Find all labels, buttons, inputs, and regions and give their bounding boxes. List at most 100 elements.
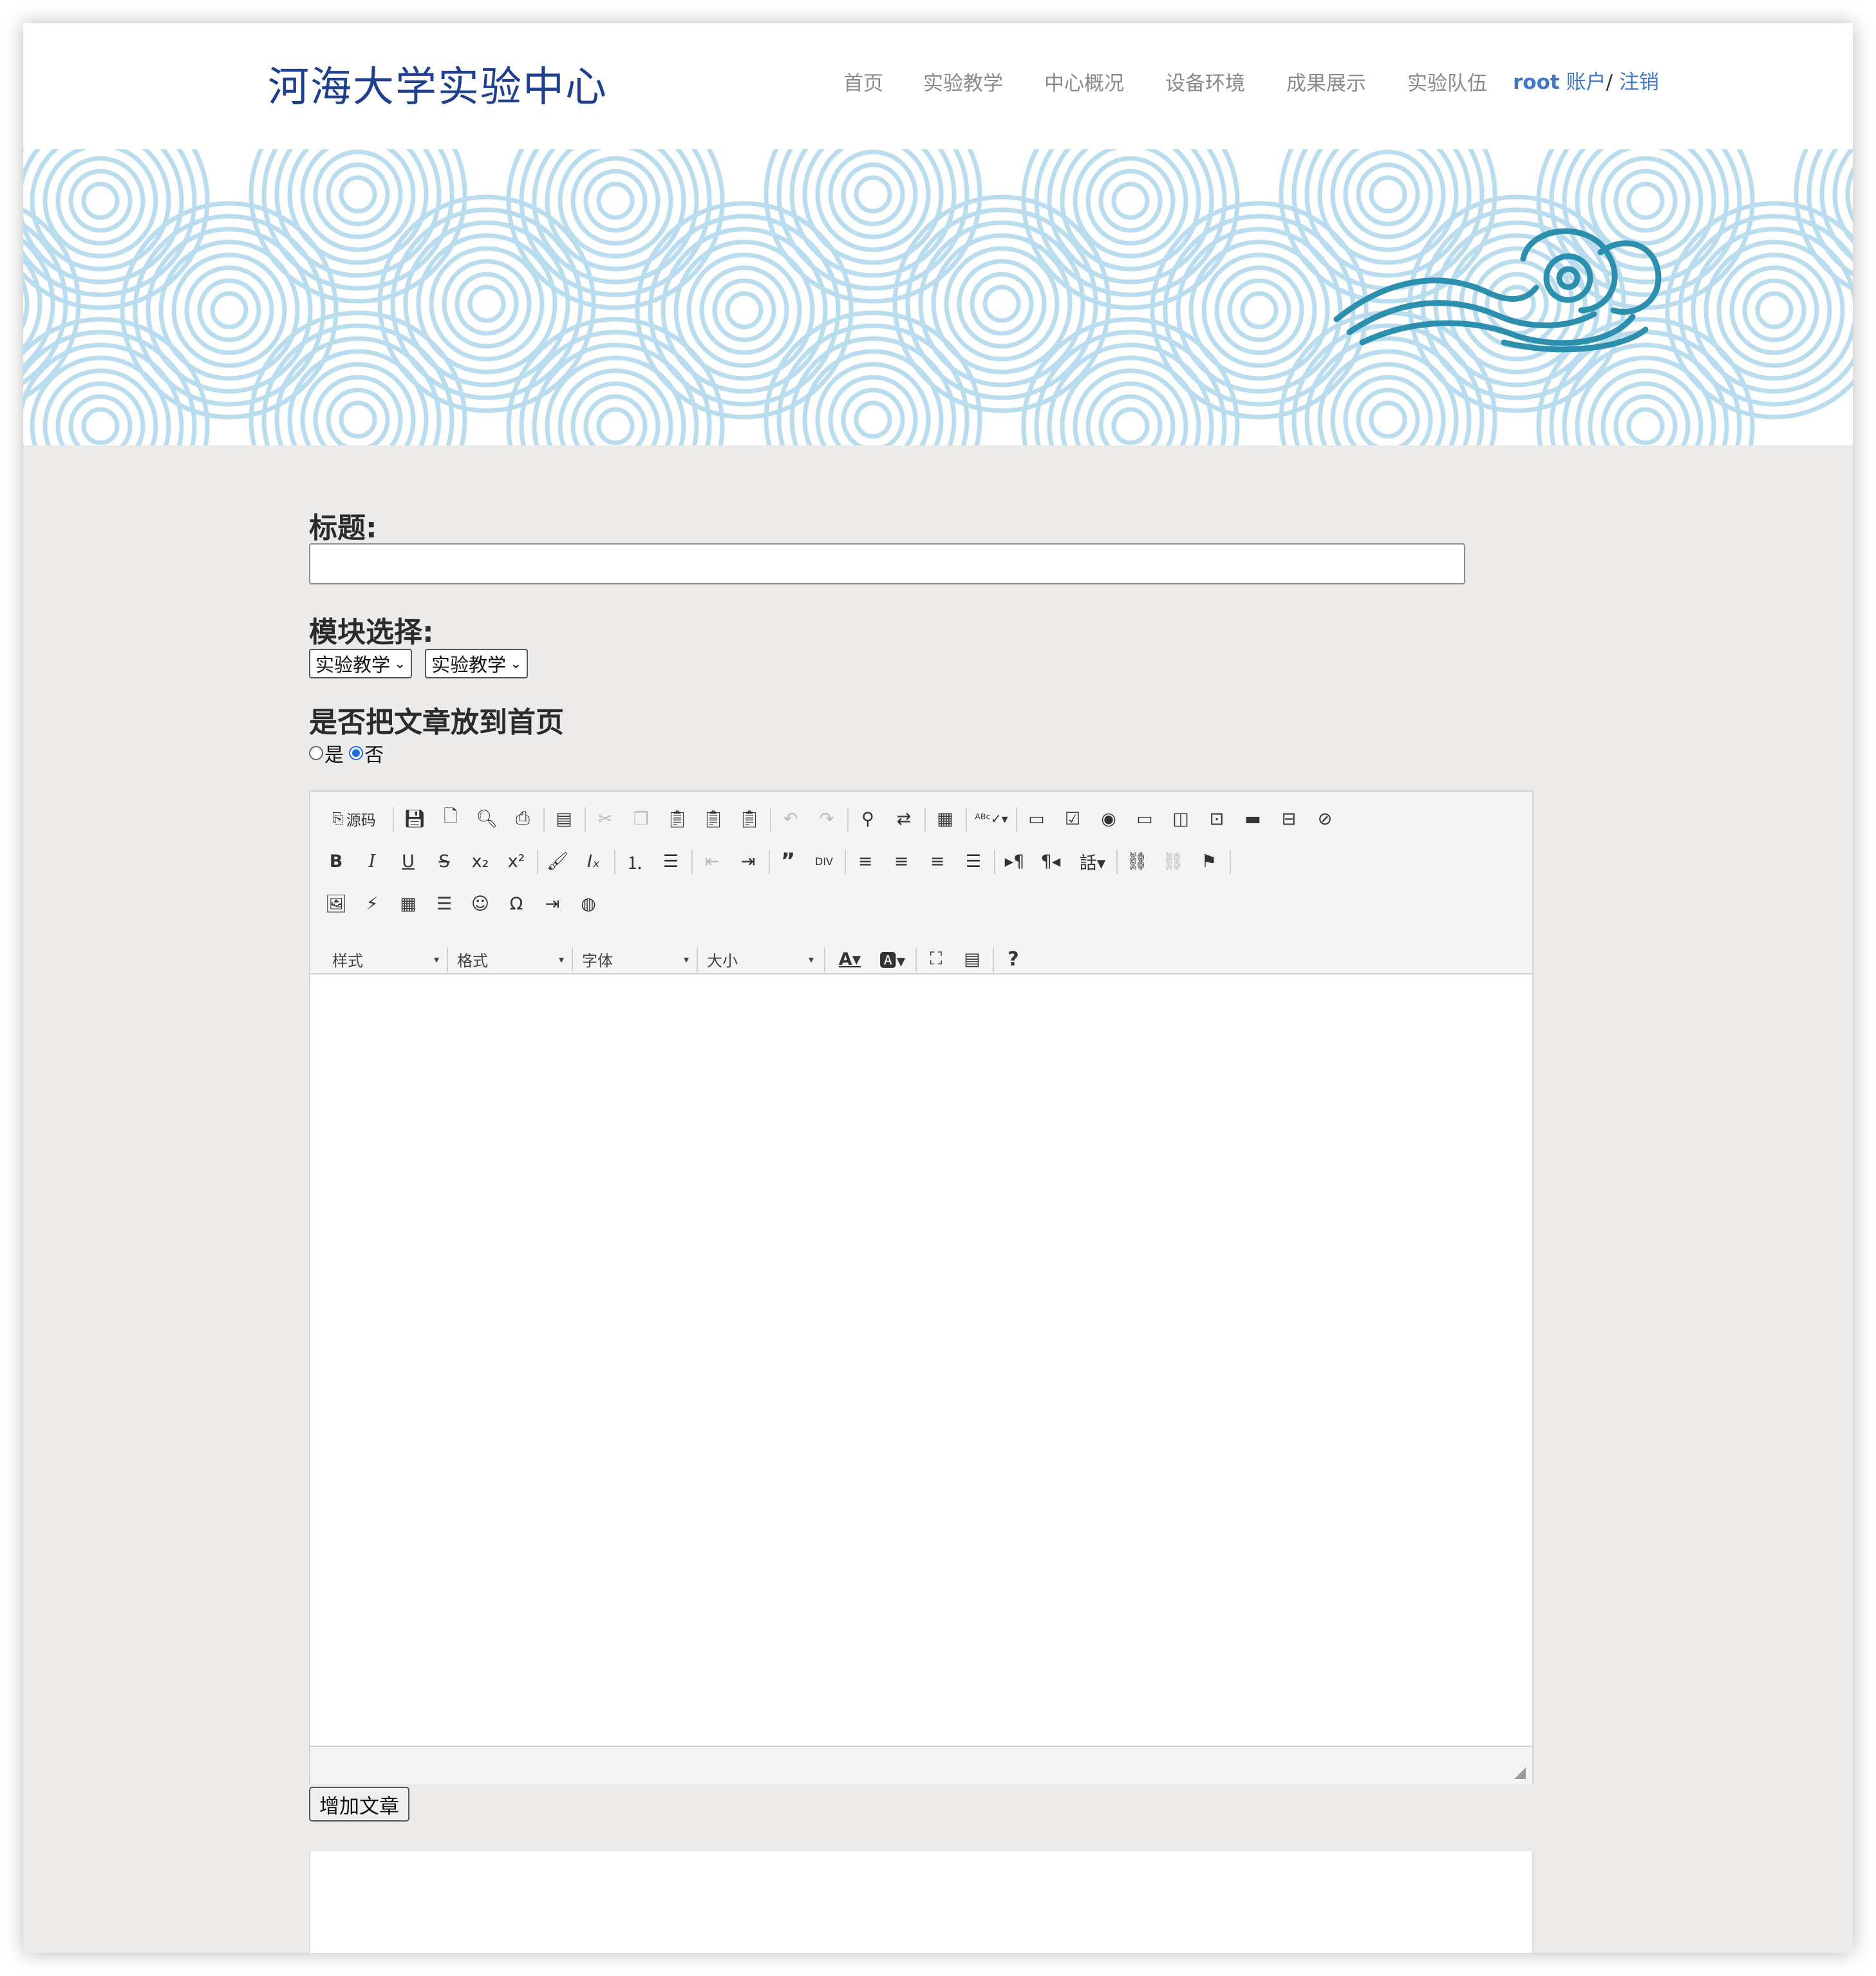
image-button-icon[interactable]: ⊟ bbox=[1276, 806, 1302, 832]
save-icon[interactable]: 💾︎ bbox=[402, 806, 427, 832]
radio-yes[interactable] bbox=[309, 746, 323, 760]
source-label: 源码 bbox=[346, 812, 376, 829]
logout-link[interactable]: 注销 bbox=[1619, 71, 1659, 94]
module-select-secondary[interactable]: 实验教学 ⌄ bbox=[425, 649, 529, 678]
nav-achievements[interactable]: 成果展示 bbox=[1286, 67, 1366, 96]
redo-icon[interactable]: ↷ bbox=[814, 806, 840, 832]
background-color-icon[interactable]: 🅰︎▾ bbox=[874, 946, 910, 972]
nav-team[interactable]: 实验队伍 bbox=[1407, 67, 1487, 96]
align-right-icon[interactable]: ≡ bbox=[924, 848, 950, 874]
new-page-icon[interactable]: 🗋 bbox=[438, 806, 464, 832]
cut-icon[interactable]: ✂ bbox=[592, 806, 618, 832]
align-left-icon[interactable]: ≡ bbox=[852, 848, 878, 874]
hidden-field-icon[interactable]: ⊘ bbox=[1312, 806, 1338, 832]
toolbar-separator bbox=[915, 947, 917, 972]
homepage-question: 是否把文章放到首页 bbox=[309, 706, 564, 739]
text-field-icon[interactable]: ▭ bbox=[1132, 806, 1158, 832]
homepage-radio-group: 是 否 bbox=[309, 739, 384, 767]
form-icon[interactable]: ▭ bbox=[1024, 806, 1049, 832]
align-center-icon[interactable]: ≡ bbox=[888, 848, 914, 874]
source-button[interactable]: ⎘ 源码 bbox=[323, 806, 385, 832]
subscript-icon[interactable]: x₂ bbox=[467, 848, 493, 874]
numbered-list-icon[interactable]: ⒈ bbox=[622, 848, 648, 874]
copy-format-icon[interactable]: 🖌︎ bbox=[545, 848, 570, 874]
nav-overview[interactable]: 中心概况 bbox=[1044, 67, 1124, 96]
maximize-icon[interactable]: ⛶ bbox=[923, 946, 949, 972]
italic-icon[interactable]: I bbox=[359, 848, 385, 874]
smiley-icon[interactable]: ☺ bbox=[467, 891, 493, 917]
horizontal-rule-icon[interactable]: ☰ bbox=[431, 891, 457, 917]
remove-format-icon[interactable]: Iₓ bbox=[581, 848, 606, 874]
bulleted-list-icon[interactable]: ☰ bbox=[658, 848, 684, 874]
paste-icon[interactable]: 📋︎ bbox=[664, 806, 690, 832]
copy-icon[interactable]: ❐ bbox=[628, 806, 654, 832]
format-combo[interactable]: 格式 ▾ bbox=[457, 946, 567, 972]
size-combo[interactable]: 大小 ▾ bbox=[707, 946, 816, 972]
page-break-icon[interactable]: ⇥ bbox=[539, 891, 565, 917]
undo-icon[interactable]: ↶ bbox=[778, 806, 803, 832]
special-char-icon[interactable]: Ω bbox=[503, 891, 529, 917]
outdent-icon[interactable]: ⇤ bbox=[699, 848, 725, 874]
radio-button-icon[interactable]: ◉ bbox=[1096, 806, 1121, 832]
wave-pattern bbox=[23, 149, 1853, 445]
toolbar-separator bbox=[572, 947, 573, 972]
print-icon[interactable]: ⎙ bbox=[510, 806, 536, 832]
flash-icon[interactable]: ⚡ bbox=[359, 891, 385, 917]
page-frame: 河海大学实验中心 首页 实验教学 中心概况 设备环境 成果展示 实验队伍 roo… bbox=[23, 23, 1853, 1953]
strikethrough-icon[interactable]: S bbox=[431, 848, 457, 874]
textarea-icon[interactable]: ◫ bbox=[1168, 806, 1194, 832]
underline-icon[interactable]: U bbox=[395, 848, 421, 874]
paste-word-icon[interactable]: 📋︎ bbox=[736, 806, 762, 832]
toolbar-separator bbox=[966, 807, 967, 832]
nav-teaching[interactable]: 实验教学 bbox=[923, 67, 1003, 96]
account-separator: / bbox=[1606, 71, 1613, 94]
resize-handle-icon[interactable] bbox=[1514, 1767, 1526, 1779]
radio-no[interactable] bbox=[349, 746, 363, 760]
account-link[interactable]: 账户 bbox=[1566, 71, 1606, 94]
chevron-down-icon: ⌄ bbox=[510, 655, 522, 672]
show-blocks-icon[interactable]: ▤ bbox=[959, 946, 985, 972]
select-field-icon[interactable]: ⊡ bbox=[1204, 806, 1230, 832]
module-select-primary[interactable]: 实验教学 ⌄ bbox=[309, 649, 413, 678]
text-direction-rtl-icon[interactable]: ¶◂ bbox=[1038, 848, 1064, 874]
link-icon[interactable]: ⛓ bbox=[1124, 848, 1150, 874]
align-justify-icon[interactable]: ☰ bbox=[961, 848, 986, 874]
toolbar-separator bbox=[393, 807, 394, 832]
blockquote-icon[interactable]: ” bbox=[775, 848, 801, 874]
preview-icon[interactable]: 🔍︎ bbox=[474, 806, 500, 832]
find-icon[interactable]: ⚲ bbox=[855, 806, 881, 832]
text-direction-ltr-icon[interactable]: ▸¶ bbox=[1002, 848, 1027, 874]
add-article-button[interactable]: 增加文章 bbox=[309, 1787, 409, 1822]
unlink-icon[interactable]: ⛓ bbox=[1160, 848, 1186, 874]
select-all-icon[interactable]: ▦ bbox=[932, 806, 958, 832]
checkbox-icon[interactable]: ☑ bbox=[1060, 806, 1085, 832]
templates-icon[interactable]: ▤ bbox=[551, 806, 577, 832]
table-icon[interactable]: ▦ bbox=[395, 891, 421, 917]
spellcheck-icon[interactable]: ᴬᴮᶜ✓▾ bbox=[973, 806, 1009, 832]
chevron-down-icon: ▾ bbox=[808, 953, 814, 965]
bold-icon[interactable]: B bbox=[323, 848, 349, 874]
language-icon[interactable]: 話▾ bbox=[1075, 848, 1110, 874]
replace-icon[interactable]: ⇄ bbox=[891, 806, 917, 832]
div-container-icon[interactable]: DIV bbox=[811, 848, 837, 874]
style-combo[interactable]: 样式 ▾ bbox=[332, 946, 442, 972]
editor-content-area[interactable] bbox=[310, 974, 1532, 1746]
nav-home[interactable]: 首页 bbox=[843, 67, 883, 96]
anchor-flag-icon[interactable]: ⚑ bbox=[1196, 848, 1222, 874]
radio-yes-label: 是 bbox=[324, 744, 344, 767]
button-field-icon[interactable]: ▬ bbox=[1240, 806, 1266, 832]
site-title[interactable]: 河海大学实验中心 bbox=[268, 54, 608, 113]
superscript-icon[interactable]: x² bbox=[503, 848, 529, 874]
nav-equipment[interactable]: 设备环境 bbox=[1165, 67, 1245, 96]
indent-icon[interactable]: ⇥ bbox=[735, 848, 761, 874]
paste-text-icon[interactable]: 📋︎ bbox=[700, 806, 726, 832]
toolbar-separator bbox=[847, 807, 849, 832]
help-icon[interactable]: ? bbox=[1000, 946, 1026, 972]
text-color-icon[interactable]: A▾ bbox=[832, 946, 868, 972]
account-username[interactable]: root bbox=[1513, 71, 1560, 94]
toolbar-separator bbox=[1116, 850, 1118, 874]
font-combo[interactable]: 字体 ▾ bbox=[582, 946, 691, 972]
iframe-icon[interactable]: ◍ bbox=[576, 891, 601, 917]
image-icon[interactable]: 🖼︎ bbox=[323, 891, 349, 917]
title-input[interactable] bbox=[309, 543, 1465, 584]
